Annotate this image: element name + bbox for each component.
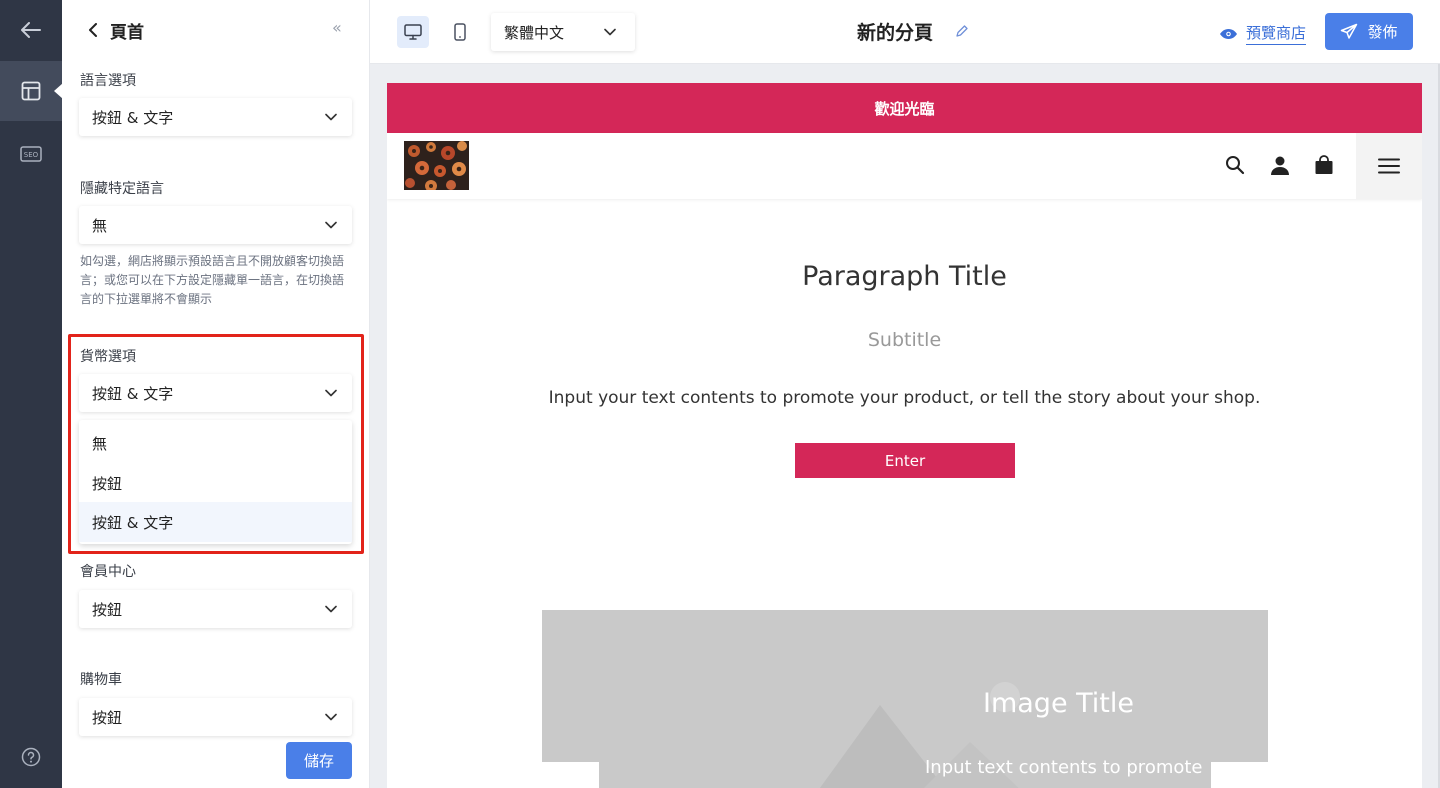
site-preview: 歡迎光臨 Paragraph Title Subtitle Input your…	[387, 83, 1422, 788]
language-select-value: 繁體中文	[504, 24, 565, 42]
option-label: 按鈕	[92, 475, 123, 493]
announcement-bar[interactable]: 歡迎光臨	[387, 83, 1422, 133]
paragraph-title[interactable]: Paragraph Title	[387, 261, 1422, 292]
currency-option-label: 貨幣選項	[80, 349, 136, 365]
help-button[interactable]	[0, 727, 62, 787]
panel-back-button[interactable]	[84, 20, 102, 40]
hamburger-icon	[1378, 158, 1400, 174]
save-button[interactable]: 儲存	[286, 742, 352, 779]
settings-panel: 頁首 « 語言選項 按鈕 & 文字 隱藏特定語言 無 如勾選，網店將顯示預設語言…	[62, 0, 370, 788]
site-header[interactable]	[387, 133, 1422, 199]
option-label: 無	[92, 435, 108, 453]
language-option-label: 語言選項	[80, 73, 136, 89]
member-center-value: 按鈕	[92, 601, 123, 619]
cart-value: 按鈕	[92, 709, 123, 727]
exit-button[interactable]	[0, 0, 62, 60]
seo-icon: SEO	[20, 146, 42, 162]
currency-option-value: 按鈕 & 文字	[92, 385, 174, 403]
collapse-panel-icon[interactable]: «	[332, 18, 342, 37]
member-center-select[interactable]: 按鈕	[79, 590, 352, 628]
slide-prev-button[interactable]	[542, 762, 599, 788]
preview-store-link[interactable]: 預覽商店	[1219, 22, 1307, 45]
seo-label: SEO	[24, 151, 39, 159]
enter-button[interactable]: Enter	[795, 443, 1015, 478]
hide-language-value: 無	[92, 217, 108, 235]
paragraph-body[interactable]: Input your text contents to promote your…	[387, 388, 1422, 408]
banner-text: Input text contents to promote	[925, 757, 1203, 778]
option-label: 按鈕 & 文字	[92, 514, 174, 532]
chevron-left-icon	[89, 23, 97, 37]
preview-store-label: 預覽商店	[1246, 22, 1307, 45]
account-button[interactable]	[1268, 153, 1292, 177]
banner-title: Image Title	[983, 688, 1135, 719]
dropdown-option-button[interactable]: 按鈕	[79, 463, 352, 503]
flower-photo	[404, 141, 469, 190]
currency-option-select[interactable]: 按鈕 & 文字	[79, 374, 352, 412]
chevron-down-icon	[324, 602, 338, 616]
member-center-label: 會員中心	[80, 564, 136, 580]
chevron-down-icon	[603, 25, 617, 39]
arrow-left-icon	[21, 22, 41, 38]
search-button[interactable]	[1223, 153, 1247, 177]
desktop-view-button[interactable]	[397, 16, 429, 48]
panel-header: 頁首 «	[62, 0, 370, 60]
editor-topbar: 繁體中文 新的分頁 預覽商店 發佈	[370, 0, 1440, 64]
desktop-icon	[404, 24, 422, 40]
paragraph-subtitle[interactable]: Subtitle	[387, 329, 1422, 351]
chevron-down-icon	[324, 218, 338, 232]
shopping-bag-icon	[1315, 155, 1333, 174]
dropdown-option-button-text[interactable]: 按鈕 & 文字	[79, 502, 352, 542]
language-select[interactable]: 繁體中文	[491, 13, 635, 51]
seo-button[interactable]: SEO	[0, 124, 62, 184]
cart-select[interactable]: 按鈕	[79, 698, 352, 736]
preview-canvas: 歡迎光臨 Paragraph Title Subtitle Input your…	[370, 64, 1440, 788]
paper-plane-icon	[1341, 23, 1358, 39]
cart-label: 購物車	[80, 672, 122, 688]
publish-label: 發佈	[1367, 23, 1398, 41]
hide-language-select[interactable]: 無	[79, 206, 352, 244]
chevron-down-icon	[324, 386, 338, 400]
publish-button[interactable]: 發佈	[1325, 13, 1413, 50]
pencil-icon	[956, 25, 968, 37]
panel-title: 頁首	[110, 23, 144, 43]
mobile-view-button[interactable]	[444, 16, 476, 48]
language-option-value: 按鈕 & 文字	[92, 109, 174, 127]
hide-language-label: 隱藏特定語言	[80, 181, 164, 197]
cart-button[interactable]	[1312, 153, 1336, 177]
page-name: 新的分頁	[857, 22, 934, 44]
question-circle-icon	[21, 747, 41, 767]
currency-option-dropdown: 無 按鈕 按鈕 & 文字	[79, 420, 352, 544]
edit-name-button[interactable]	[955, 23, 969, 37]
chevron-down-icon	[324, 710, 338, 724]
store-logo[interactable]	[404, 141, 469, 190]
search-icon	[1226, 156, 1245, 175]
layout-icon	[21, 81, 41, 101]
eye-icon	[1220, 28, 1237, 39]
language-option-select[interactable]: 按鈕 & 文字	[79, 98, 352, 136]
slide-next-button[interactable]	[1211, 762, 1268, 788]
image-banner[interactable]: Image Title Input text contents to promo…	[542, 610, 1268, 788]
left-rail: SEO	[0, 0, 63, 788]
layout-editor-button[interactable]	[0, 61, 63, 121]
hide-language-hint: 如勾選，網店將顯示預設語言且不開放顧客切換語言；或您可以在下方設定隱藏單一語言，…	[80, 254, 345, 306]
chevron-down-icon	[324, 110, 338, 124]
dropdown-option-none[interactable]: 無	[79, 423, 352, 463]
mobile-icon	[454, 23, 466, 41]
user-icon	[1271, 156, 1289, 175]
menu-button[interactable]	[1356, 133, 1422, 199]
